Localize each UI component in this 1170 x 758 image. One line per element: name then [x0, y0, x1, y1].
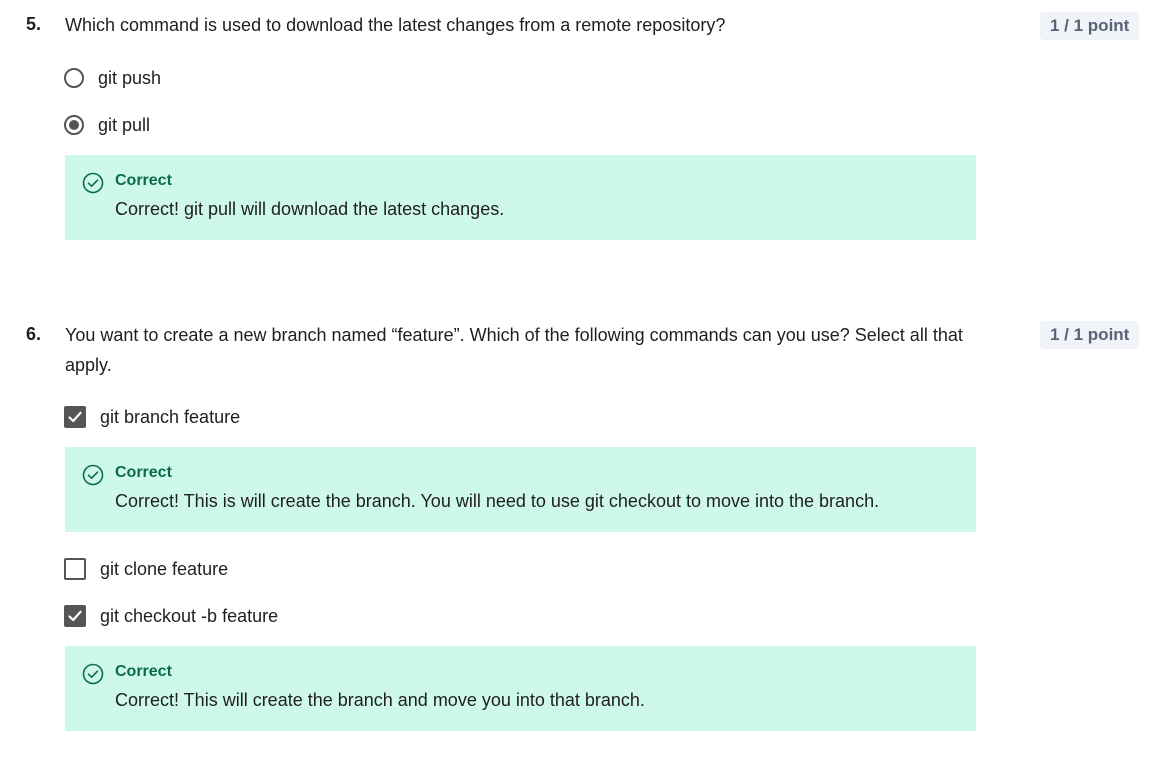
feedback-text: Correct! This is will create the branch.… — [115, 491, 880, 511]
checkmark-icon — [68, 610, 82, 622]
option-label: git clone feature — [100, 558, 229, 579]
check-circle-icon — [82, 663, 104, 685]
radio-button-selected[interactable] — [64, 115, 84, 135]
question-text: You want to create a new branch named “f… — [65, 325, 963, 375]
feedback-title: Correct — [115, 663, 172, 680]
feedback-correct: Correct Correct! This will create the br… — [65, 646, 976, 731]
feedback-text: Correct! git pull will download the late… — [115, 199, 505, 219]
radio-button[interactable] — [64, 68, 84, 88]
check-circle-icon — [82, 172, 104, 194]
feedback-title: Correct — [115, 172, 172, 189]
checkbox-checked[interactable] — [64, 605, 86, 627]
question-text: Which command is used to download the la… — [65, 15, 726, 35]
option-label: git branch feature — [100, 406, 241, 427]
option-git-branch-feature[interactable]: git branch feature — [64, 404, 240, 430]
points-badge: 1 / 1 point — [1040, 321, 1140, 349]
option-git-pull[interactable]: git pull — [64, 112, 150, 138]
option-git-push[interactable]: git push — [64, 65, 161, 91]
option-label: git pull — [98, 114, 151, 135]
feedback-text: Correct! This will create the branch and… — [115, 690, 645, 710]
checkbox-checked[interactable] — [64, 406, 86, 428]
option-label: git checkout -b feature — [100, 605, 279, 626]
checkmark-icon — [68, 411, 82, 423]
question-number: 5. — [26, 14, 42, 34]
feedback-title: Correct — [115, 464, 172, 481]
feedback-correct: Correct Correct! git pull will download … — [65, 155, 976, 240]
question-number: 6. — [26, 324, 42, 344]
points-badge: 1 / 1 point — [1040, 12, 1140, 40]
option-git-checkout-b-feature[interactable]: git checkout -b feature — [64, 603, 278, 629]
feedback-correct: Correct Correct! This is will create the… — [65, 447, 976, 532]
checkbox-unchecked[interactable] — [64, 558, 86, 580]
option-git-clone-feature[interactable]: git clone feature — [64, 556, 228, 582]
option-label: git push — [98, 67, 162, 88]
check-circle-icon — [82, 464, 104, 486]
